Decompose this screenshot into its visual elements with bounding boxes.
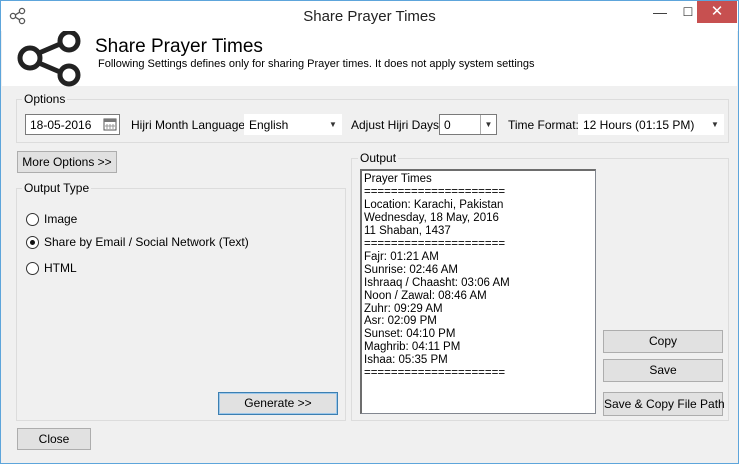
chevron-down-icon: ▼ (711, 120, 719, 129)
output-line: Location: Karachi, Pakistan (364, 198, 504, 211)
share-logo-icon (17, 31, 81, 87)
hijri-language-value: English (249, 118, 289, 132)
chevron-down-icon: ▼ (329, 120, 337, 129)
more-options-button[interactable]: More Options >> (17, 151, 117, 173)
output-line: Maghrib: 04:11 PM (364, 341, 461, 354)
radio-html-indicator[interactable] (26, 262, 39, 275)
header-title: Share Prayer Times (95, 36, 263, 57)
radio-html[interactable]: HTML (26, 261, 86, 277)
close-button[interactable]: Close (17, 428, 91, 450)
output-line: Ishraaq / Chaasht: 03:06 AM (364, 276, 510, 289)
save-copy-file-path-button[interactable]: Save & Copy File Path (603, 392, 725, 416)
radio-share-text[interactable]: Share by Email / Social Network (Text) (26, 235, 249, 251)
output-text-area[interactable]: Prayer Times ===================== Locatio… (360, 169, 596, 414)
save-button[interactable]: Save (603, 359, 723, 382)
calendar-icon[interactable] (103, 117, 117, 131)
radio-share-text-label: Share by Email / Social Network (Text) (44, 235, 249, 249)
header-subtitle: Following Settings defines only for shar… (98, 58, 535, 70)
output-lines: Prayer Times ===================== Locatio… (364, 173, 593, 380)
time-format-label: Time Format: (508, 118, 579, 132)
options-legend: Options (22, 92, 68, 106)
header: Share Prayer Times Following Settings de… (2, 31, 737, 87)
output-line: Prayer Times (364, 173, 432, 185)
output-line: Zuhr: 09:29 AM (364, 302, 443, 315)
radio-share-text-indicator[interactable] (26, 236, 39, 249)
output-line: ===================== (364, 367, 506, 380)
output-type-legend: Output Type (22, 181, 92, 195)
radio-image-label: Image (44, 212, 78, 226)
output-line: 11 Shaban, 1437 (364, 224, 451, 237)
output-line: ===================== (364, 185, 506, 198)
close-window-button[interactable]: ✕ (697, 1, 737, 23)
date-picker[interactable]: 18-05-2016 (25, 114, 120, 135)
radio-image[interactable]: Image (26, 212, 86, 228)
output-line: Sunset: 04:10 PM (364, 328, 456, 341)
share-prayer-times-window: Share Prayer Times — ☐ ✕ Share Prayer Ti… (0, 0, 739, 464)
window-title: Share Prayer Times (303, 8, 436, 25)
output-line: Wednesday, 18 May, 2016 (364, 211, 499, 224)
chevron-down-icon[interactable]: ▼ (480, 115, 496, 134)
hijri-language-label: Hijri Month Language: (131, 118, 249, 132)
generate-button[interactable]: Generate >> (218, 392, 338, 415)
time-format-dropdown[interactable]: 12 Hours (01:15 PM) ▼ (578, 114, 724, 135)
output-line: Ishaa: 05:35 PM (364, 354, 448, 367)
radio-html-label: HTML (44, 261, 77, 275)
output-legend: Output (358, 151, 399, 165)
copy-button[interactable]: Copy (603, 330, 723, 353)
radio-image-indicator[interactable] (26, 213, 39, 226)
output-line: Asr: 02:09 PM (364, 315, 437, 328)
title-bar[interactable]: Share Prayer Times — ☐ ✕ (1, 1, 738, 31)
time-format-value: 12 Hours (01:15 PM) (583, 118, 695, 132)
adjust-hijri-label: Adjust Hijri Days: (351, 118, 443, 132)
output-line: Noon / Zawal: 08:46 AM (364, 289, 487, 302)
output-line: ===================== (364, 237, 506, 250)
hijri-language-dropdown[interactable]: English ▼ (244, 114, 342, 135)
adjust-hijri-stepper[interactable]: 0 ▼ (439, 114, 497, 135)
date-value: 18-05-2016 (30, 118, 92, 132)
output-line: Sunrise: 02:46 AM (364, 263, 458, 276)
adjust-hijri-value: 0 (444, 118, 451, 132)
output-line: Fajr: 01:21 AM (364, 250, 439, 263)
minimize-button[interactable]: — (646, 1, 674, 23)
